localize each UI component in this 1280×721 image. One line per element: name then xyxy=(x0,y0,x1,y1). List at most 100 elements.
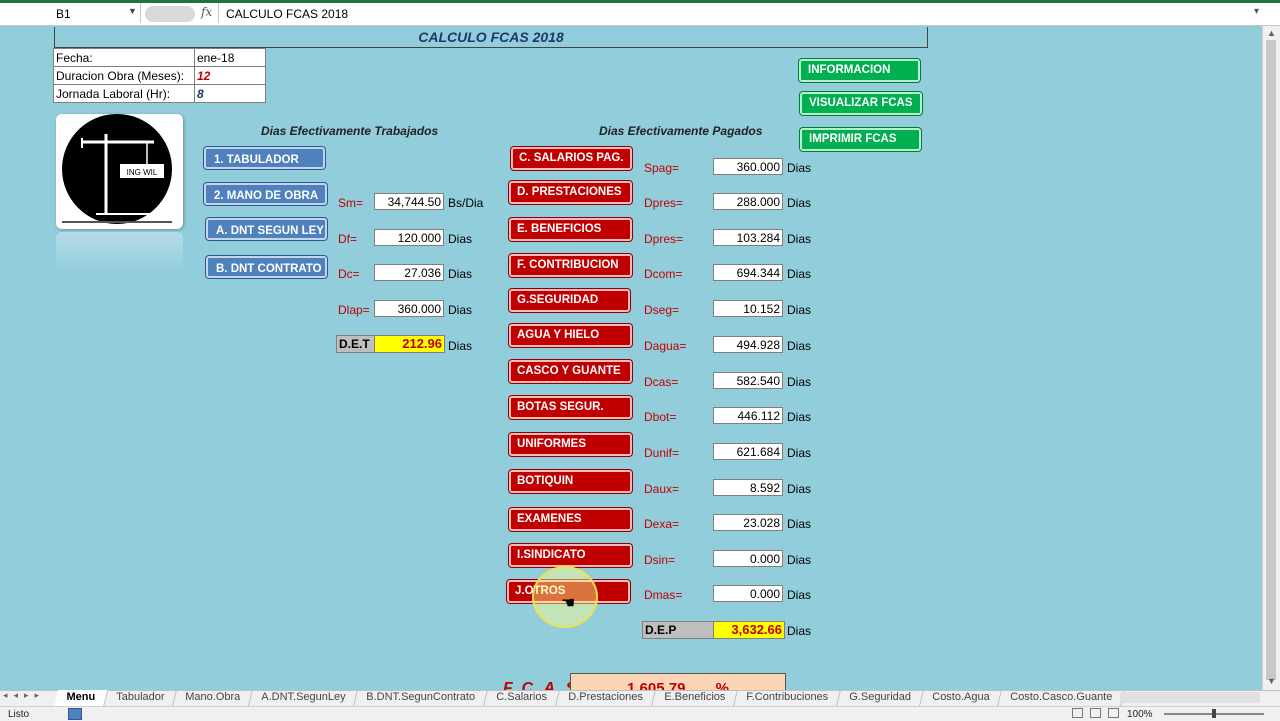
right-row-value[interactable]: 0.000 xyxy=(713,585,783,602)
zoom-slider-thumb[interactable] xyxy=(1212,709,1216,718)
botas-button[interactable]: BOTAS SEGUR. xyxy=(509,396,632,419)
tab-label: Tabulador xyxy=(115,691,165,703)
name-box[interactable]: B1 ▼ xyxy=(0,3,141,23)
formula-input[interactable]: CALCULO FCAS 2018 xyxy=(218,3,1259,23)
informacion-button[interactable]: INFORMACION xyxy=(799,59,920,82)
visualizar-fcas-button[interactable]: VISUALIZAR FCAS xyxy=(800,92,922,115)
right-row-label: Dbot= xyxy=(644,410,677,424)
beneficios-button[interactable]: E. BENEFICIOS xyxy=(509,218,632,241)
left-row-value[interactable]: 34,744.50 xyxy=(374,193,444,210)
info-table: Fecha: ene-18 Duracion Obra (Meses): 12 … xyxy=(53,48,266,103)
tab-contribuciones[interactable]: F.Contribuciones xyxy=(733,690,841,706)
left-row-unit: Dias xyxy=(448,303,473,317)
prestaciones-button[interactable]: D. PRESTACIONES xyxy=(509,181,632,204)
tab-salarios[interactable]: C.Salarios xyxy=(484,690,561,706)
right-row-label: Dsin= xyxy=(644,553,676,567)
tab-tabulador[interactable]: Tabulador xyxy=(103,690,178,706)
right-row-value[interactable]: 494.928 xyxy=(713,336,783,353)
page-layout-icon[interactable] xyxy=(1090,708,1101,718)
macro-record-icon[interactable] xyxy=(68,708,82,720)
tab-seguridad[interactable]: G.Seguridad xyxy=(836,690,924,706)
sheet-title[interactable]: CALCULO FCAS 2018 xyxy=(54,27,928,48)
info-value[interactable]: 8 xyxy=(194,84,266,103)
tab-label: D.Prestaciones xyxy=(568,691,643,703)
tab-label: A.DNT.SegunLey xyxy=(261,691,346,703)
right-row-value[interactable]: 0.000 xyxy=(713,550,783,567)
seguridad-button[interactable]: G.SEGURIDAD xyxy=(509,289,630,312)
vertical-scrollbar[interactable]: ▲ ▼ xyxy=(1262,26,1280,690)
right-row-label: Dpres= xyxy=(644,232,684,246)
dep-unit: Dias xyxy=(787,624,812,638)
logo-reflection xyxy=(56,232,183,272)
expand-formula-icon[interactable]: ▾ xyxy=(1254,6,1259,17)
tab-dnt-segun-ley[interactable]: A.DNT.SegunLey xyxy=(249,690,359,706)
left-row-value[interactable]: 360.000 xyxy=(374,300,444,317)
botiquin-button[interactable]: BOTIQUIN xyxy=(509,470,632,493)
tab-costo-agua[interactable]: Costo.Agua xyxy=(919,690,1003,706)
mano-de-obra-button[interactable]: 2. MANO DE OBRA xyxy=(204,183,327,205)
right-row-unit: Dias xyxy=(787,375,812,389)
zoom-level[interactable]: 100% xyxy=(1127,709,1153,720)
right-row-label: Spag= xyxy=(644,161,680,175)
dnt-contrato-button[interactable]: B. DNT CONTRATO xyxy=(206,256,327,278)
right-row-unit: Dias xyxy=(787,339,812,353)
dep-value[interactable]: 3,632.66 xyxy=(713,621,785,639)
salarios-pag-button[interactable]: C. SALARIOS PAG. xyxy=(511,147,632,170)
left-row-value[interactable]: 120.000 xyxy=(374,229,444,246)
right-row-unit: Dias xyxy=(787,161,812,175)
scroll-up-icon[interactable]: ▲ xyxy=(1267,28,1276,38)
right-row-label: Dmas= xyxy=(644,588,683,602)
tab-prestaciones[interactable]: D.Prestaciones xyxy=(556,690,656,706)
function-icon[interactable]: fx xyxy=(201,5,212,19)
examenes-button[interactable]: EXAMENES xyxy=(509,508,632,531)
tab-label: Costo.Casco.Guante xyxy=(1010,691,1113,703)
left-row-value[interactable]: 27.036 xyxy=(374,264,444,281)
imprimir-fcas-button[interactable]: IMPRIMIR FCAS xyxy=(800,128,921,151)
tab-mano-obra[interactable]: Mano.Obra xyxy=(173,690,254,706)
info-label[interactable]: Fecha: xyxy=(53,48,195,67)
tab-costo-casco-guante[interactable]: Costo.Casco.Guante xyxy=(998,690,1126,706)
right-row-label: Dexa= xyxy=(644,517,680,531)
det-label: D.E.T xyxy=(336,335,375,353)
chevron-down-icon[interactable]: ▼ xyxy=(128,6,137,16)
tab-dnt-segun-contrato[interactable]: B.DNT.SegunContrato xyxy=(354,690,489,706)
right-row-value[interactable]: 446.112 xyxy=(713,407,783,424)
right-row-value[interactable]: 23.028 xyxy=(713,514,783,531)
info-value[interactable]: ene-18 xyxy=(194,48,266,67)
contribucion-button[interactable]: F. CONTRIBUCION xyxy=(509,254,632,277)
page-break-icon[interactable] xyxy=(1108,708,1119,718)
scrollbar-thumb[interactable] xyxy=(1266,40,1276,680)
dnt-segun-ley-button[interactable]: A. DNT SEGUN LEY xyxy=(206,218,327,240)
right-row-value[interactable]: 288.000 xyxy=(713,193,783,210)
info-label[interactable]: Duracion Obra (Meses): xyxy=(53,66,195,85)
info-value[interactable]: 12 xyxy=(194,66,266,85)
tab-beneficios[interactable]: E.Beneficios xyxy=(651,690,738,706)
left-row-label: Dlap= xyxy=(338,303,370,317)
right-row-label: Dunif= xyxy=(644,446,680,460)
tab-navigation-icon[interactable]: ◂◂▸▸ xyxy=(3,690,45,701)
normal-view-icon[interactable] xyxy=(1072,708,1083,718)
formula-bar-divider[interactable] xyxy=(145,6,195,22)
tab-label: F.Contribuciones xyxy=(746,691,829,703)
det-value[interactable]: 212.96 xyxy=(374,335,445,353)
info-label[interactable]: Jornada Laboral (Hr): xyxy=(53,84,195,103)
right-row-value[interactable]: 621.684 xyxy=(713,443,783,460)
sindicato-button[interactable]: I.SINDICATO xyxy=(509,544,632,567)
right-row-value[interactable]: 582.540 xyxy=(713,372,783,389)
company-logo[interactable]: ING WIL xyxy=(56,114,183,229)
right-row-value[interactable]: 10.152 xyxy=(713,300,783,317)
right-row-value[interactable]: 360.000 xyxy=(713,158,783,175)
right-row-value[interactable]: 694.344 xyxy=(713,264,783,281)
agua-hielo-button[interactable]: AGUA Y HIELO xyxy=(509,324,632,347)
left-row-label: Dc= xyxy=(338,267,360,281)
right-row-value[interactable]: 8.592 xyxy=(713,479,783,496)
casco-guante-button[interactable]: CASCO Y GUANTE xyxy=(509,360,632,383)
right-row-label: Dagua= xyxy=(644,339,687,353)
table-row: Fecha: ene-18 xyxy=(53,48,266,67)
horizontal-scrollbar[interactable] xyxy=(1120,692,1260,703)
uniformes-button[interactable]: UNIFORMES xyxy=(509,433,632,456)
right-row-value[interactable]: 103.284 xyxy=(713,229,783,246)
tabulador-button[interactable]: 1. TABULADOR xyxy=(204,147,325,169)
scroll-down-icon[interactable]: ▼ xyxy=(1267,676,1276,686)
section-heading-trabajados: Dias Efectivamente Trabajados xyxy=(261,124,439,138)
